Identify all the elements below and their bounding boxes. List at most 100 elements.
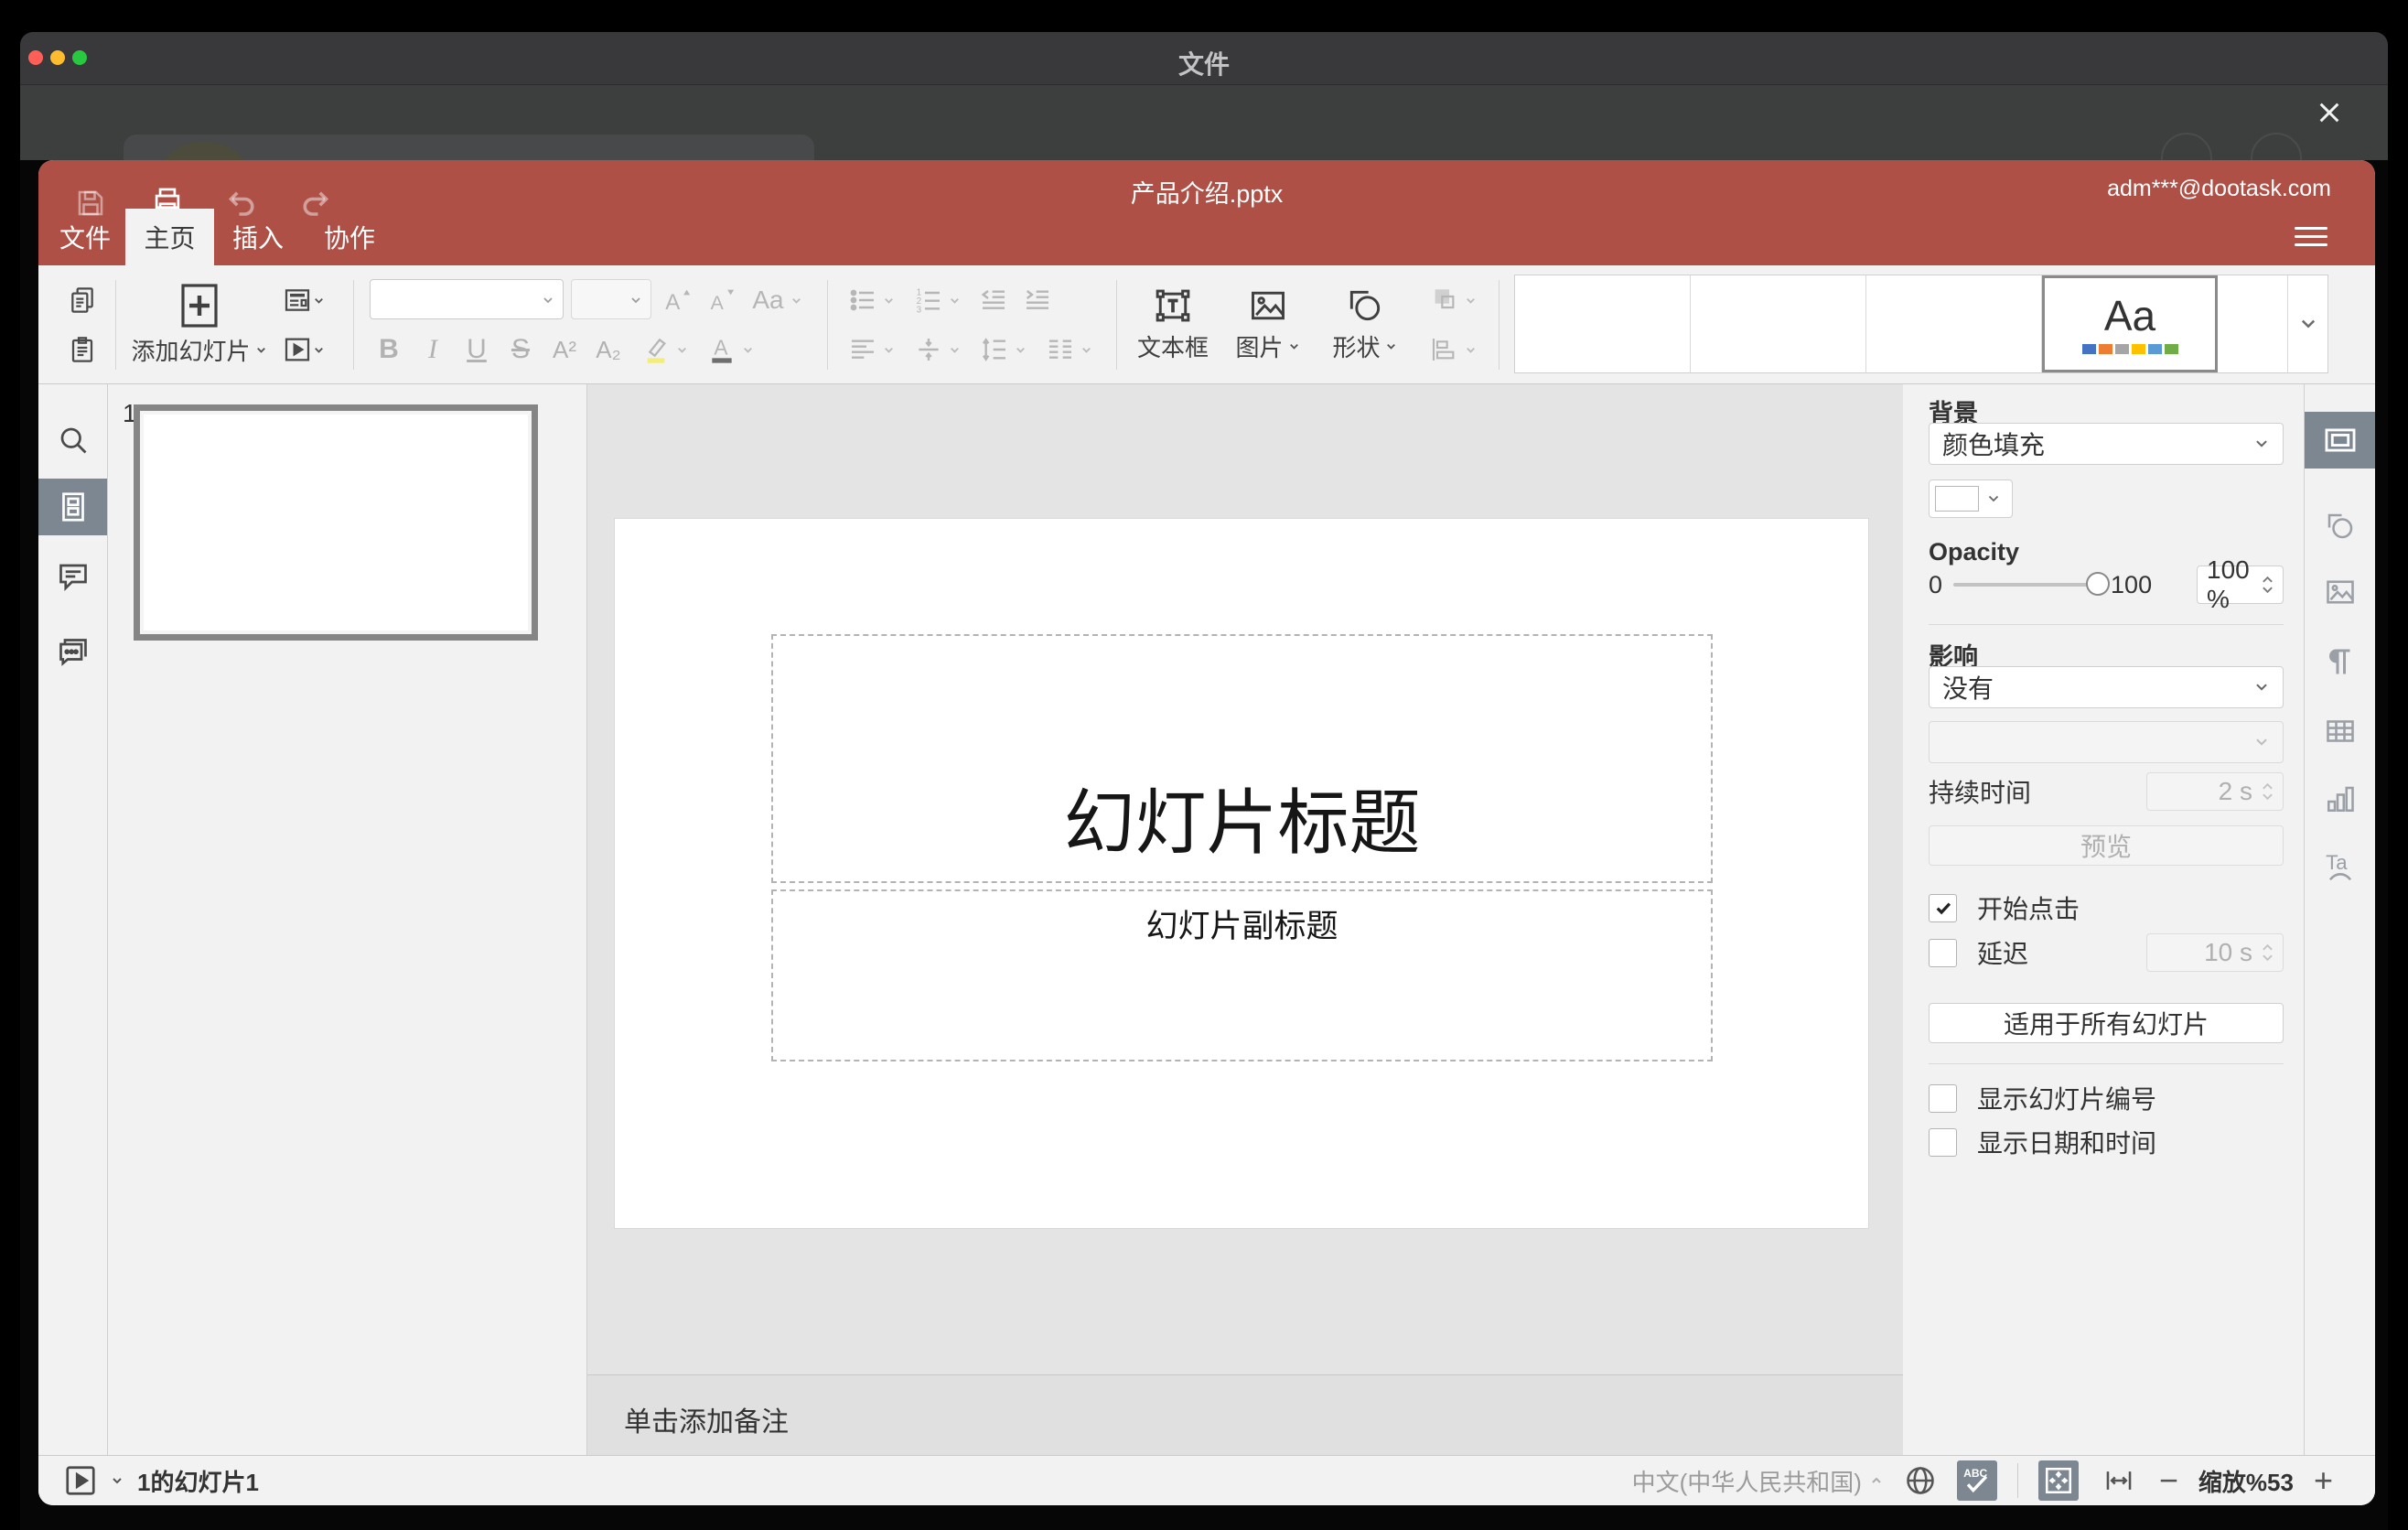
chat-button[interactable] (38, 621, 107, 678)
delay-checkbox[interactable]: 延迟 (1929, 934, 2028, 971)
paste-button[interactable] (57, 328, 108, 372)
slides-panel-button[interactable] (38, 479, 107, 535)
checkbox-unchecked[interactable] (1929, 1083, 1957, 1113)
apply-to-all-slides-button[interactable]: 适用于所有幻灯片 (1929, 1003, 2284, 1043)
italic-button[interactable]: I (414, 328, 452, 372)
font-color-button[interactable]: A (701, 328, 761, 372)
change-case-button[interactable]: Aa (745, 278, 811, 322)
checkbox-checked[interactable] (1929, 893, 1957, 922)
align-shape-button[interactable] (1422, 328, 1486, 372)
add-slide-button[interactable]: 添加幻灯片 (126, 276, 273, 372)
copy-button[interactable] (57, 278, 108, 322)
columns-button[interactable] (1039, 328, 1100, 372)
left-sidebar (38, 384, 108, 1455)
document-language-button[interactable] (1904, 1464, 1937, 1497)
tab-home[interactable]: 主页 (125, 209, 214, 265)
spinner-arrows-icon[interactable] (2262, 576, 2274, 594)
background-fill-select[interactable]: 颜色填充 (1929, 423, 2284, 465)
fit-to-width-button[interactable] (2099, 1460, 2139, 1501)
slideshow-icon (283, 335, 312, 364)
close-preview-button[interactable] (2309, 92, 2349, 133)
slide[interactable]: 幻灯片标题 幻灯片副标题 (615, 519, 1868, 1228)
strikethrough-button[interactable]: S (501, 328, 540, 372)
superscript-button[interactable]: A² (545, 328, 584, 372)
table-settings-tab[interactable] (2305, 703, 2375, 760)
tab-file[interactable]: 文件 (48, 209, 123, 265)
tab-collaboration[interactable]: 协作 (309, 209, 390, 265)
theme-item-selected[interactable]: Aa (2042, 275, 2218, 372)
decrease-font-size-button[interactable]: A (701, 278, 741, 322)
notes-area[interactable]: 单击添加备注 (587, 1374, 1903, 1455)
increase-indent-button[interactable] (1017, 278, 1058, 322)
opacity-slider-knob[interactable] (2086, 572, 2111, 596)
start-on-click-checkbox[interactable]: 开始点击 (1929, 889, 2284, 926)
subscript-button[interactable]: A₂ (589, 328, 628, 372)
chevron-up-icon (1872, 1477, 1881, 1483)
insert-shape-button[interactable]: 形状 (1319, 276, 1411, 372)
chevron-down-icon (1082, 347, 1091, 353)
theme-gallery-expand-button[interactable] (2287, 275, 2327, 372)
image-settings-tab[interactable] (2305, 564, 2375, 620)
paste-icon (68, 335, 97, 364)
slide-layout-button[interactable] (274, 278, 333, 322)
opacity-slider[interactable] (1953, 572, 2111, 596)
font-size-select[interactable] (571, 279, 651, 319)
horizontal-align-button[interactable] (842, 328, 902, 372)
spellcheck-icon: ABC (1963, 1467, 1987, 1493)
zoom-out-button[interactable]: − (2159, 1464, 2178, 1497)
vertical-align-button[interactable] (908, 328, 968, 372)
toolbar-divider (115, 280, 116, 370)
chevron-down-icon (2256, 738, 2267, 746)
bullet-list-button[interactable] (842, 278, 902, 322)
panel-divider (1929, 624, 2284, 625)
show-slide-number-checkbox[interactable]: 显示幻灯片编号 (1929, 1080, 2284, 1116)
checkbox-unchecked[interactable] (1929, 938, 1957, 967)
title-placeholder[interactable]: 幻灯片标题 (771, 634, 1713, 883)
fit-to-slide-button[interactable] (2037, 1460, 2079, 1501)
font-name-select[interactable] (370, 279, 564, 319)
paragraph-settings-tab[interactable] (2305, 633, 2375, 690)
chart-settings-tab[interactable] (2305, 770, 2375, 827)
arrange-shape-button[interactable] (1422, 278, 1486, 322)
opacity-label: Opacity (1929, 538, 2020, 566)
increase-font-size-button[interactable]: A (657, 278, 697, 322)
opacity-value-spinner[interactable]: 100 % (2197, 555, 2284, 613)
theme-item[interactable] (2218, 275, 2287, 372)
bold-button[interactable]: B (370, 328, 408, 372)
user-email: adm***@dootask.com (2107, 176, 2331, 201)
theme-item[interactable] (1515, 275, 1691, 372)
effect-select[interactable]: 没有 (1929, 666, 2284, 708)
line-spacing-button[interactable] (973, 328, 1034, 372)
slide-thumbnail[interactable] (134, 404, 538, 641)
insert-textbox-button[interactable]: 文本框 (1129, 276, 1217, 372)
tab-insert[interactable]: 插入 (218, 209, 298, 265)
zoom-in-button[interactable]: + (2314, 1464, 2333, 1497)
bullet-list-icon (848, 286, 877, 315)
effect-type-select-disabled (1929, 721, 2284, 763)
chevron-down-icon[interactable] (110, 1473, 124, 1488)
slide-settings-tab[interactable] (2305, 412, 2375, 469)
theme-item[interactable] (1866, 275, 2042, 372)
textart-settings-tab[interactable]: Ta (2305, 838, 2375, 895)
start-slideshow-status-button[interactable] (64, 1464, 97, 1497)
show-date-time-checkbox[interactable]: 显示日期和时间 (1929, 1124, 2284, 1160)
subtitle-placeholder[interactable]: 幻灯片副标题 (771, 889, 1713, 1061)
comments-button[interactable] (38, 548, 107, 605)
start-slideshow-button[interactable] (274, 328, 333, 372)
numbered-list-button[interactable]: 123 (908, 278, 968, 322)
checkbox-unchecked[interactable] (1929, 1127, 1957, 1157)
spellcheck-toggle[interactable]: ABC (1956, 1460, 1997, 1501)
shape-settings-tab[interactable] (2305, 498, 2375, 555)
slide-canvas[interactable]: 幻灯片标题 幻灯片副标题 (587, 384, 1903, 1374)
insert-image-button[interactable]: 图片 (1224, 276, 1312, 372)
status-bar: 1的幻灯片1 中文(中华人民共和国) ABC − 缩放%53 + (38, 1455, 2375, 1505)
decrease-indent-button[interactable] (973, 278, 1014, 322)
theme-item[interactable] (1691, 275, 1866, 372)
chevron-down-icon (678, 347, 686, 353)
underline-button[interactable]: U (457, 328, 496, 372)
background-color-picker[interactable] (1929, 479, 2013, 518)
language-selector[interactable]: 中文(中华人民共和国) (1632, 1464, 1884, 1498)
svg-text:A: A (665, 290, 681, 315)
search-button[interactable] (38, 412, 107, 469)
highlight-color-button[interactable] (635, 328, 695, 372)
